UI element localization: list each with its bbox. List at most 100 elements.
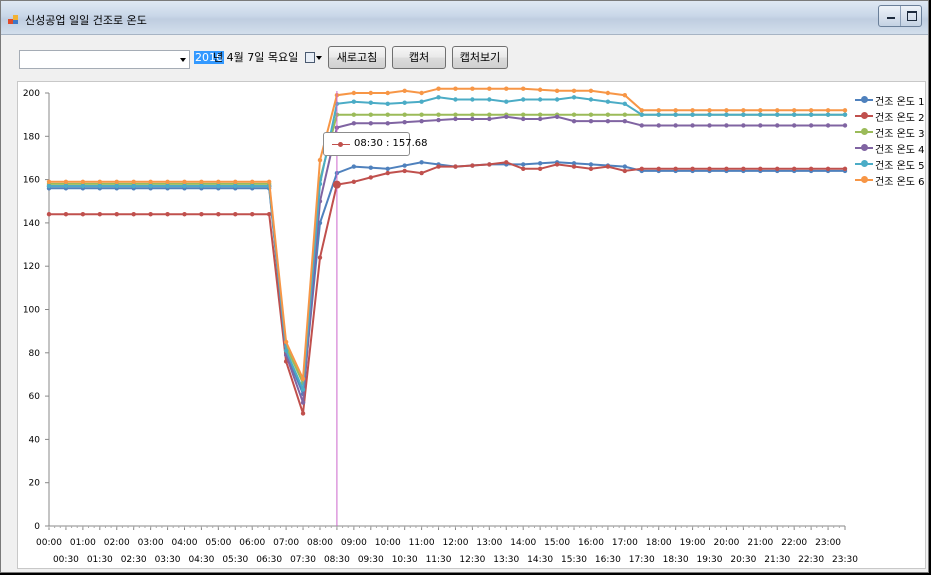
data-point[interactable] <box>622 168 628 174</box>
data-point[interactable] <box>775 166 780 171</box>
series-line-2[interactable] <box>49 161 845 414</box>
data-point[interactable] <box>97 179 103 184</box>
data-point[interactable] <box>588 166 594 171</box>
data-point[interactable] <box>521 86 526 91</box>
legend-item-series-1[interactable]: 건조 온도 1 <box>853 92 925 108</box>
data-point[interactable] <box>537 161 543 166</box>
data-point[interactable] <box>436 112 441 117</box>
data-point[interactable] <box>419 118 424 124</box>
data-point[interactable] <box>842 166 848 171</box>
data-point[interactable] <box>300 376 306 381</box>
data-point[interactable] <box>216 212 221 217</box>
data-point[interactable] <box>639 112 644 117</box>
data-point[interactable] <box>368 112 373 117</box>
data-point[interactable] <box>521 116 526 122</box>
data-point[interactable] <box>351 121 357 126</box>
data-point[interactable] <box>300 387 306 392</box>
data-point[interactable] <box>656 112 661 117</box>
data-point[interactable] <box>165 212 170 217</box>
data-point[interactable] <box>351 99 357 104</box>
series-line-6[interactable] <box>49 87 845 383</box>
data-point[interactable] <box>283 348 289 353</box>
data-point[interactable] <box>537 166 543 171</box>
data-point[interactable] <box>741 108 746 113</box>
data-point[interactable] <box>571 95 577 100</box>
data-point[interactable] <box>402 112 407 117</box>
data-point[interactable] <box>707 112 712 117</box>
data-point[interactable] <box>605 90 611 96</box>
data-point[interactable] <box>707 108 712 113</box>
data-point[interactable] <box>368 165 373 170</box>
highlighted-data-point[interactable] <box>332 180 341 189</box>
data-point[interactable] <box>266 212 272 217</box>
data-point[interactable] <box>758 123 763 128</box>
data-point[interactable] <box>521 97 526 102</box>
data-point[interactable] <box>724 123 729 128</box>
data-point[interactable] <box>97 212 103 217</box>
data-point[interactable] <box>385 90 390 96</box>
data-point[interactable] <box>233 183 238 189</box>
data-point[interactable] <box>673 108 678 113</box>
data-point[interactable] <box>690 112 695 117</box>
data-point[interactable] <box>791 123 797 128</box>
temperature-chart[interactable]: 0 20 40 60 80 100 120 140 160 180 200 00:00 01:00 02:… <box>1 1 930 574</box>
data-point[interactable] <box>402 168 407 174</box>
data-point[interactable] <box>707 166 712 171</box>
data-point[interactable] <box>487 86 492 91</box>
data-point[interactable] <box>165 183 170 189</box>
data-point[interactable] <box>470 116 475 122</box>
data-point[interactable] <box>775 108 780 113</box>
data-point[interactable] <box>436 117 441 123</box>
data-point[interactable] <box>690 166 695 171</box>
data-point[interactable] <box>605 99 611 104</box>
legend-item-series-2[interactable]: 건조 온도 2 <box>853 108 925 124</box>
data-point[interactable] <box>521 166 526 171</box>
data-point[interactable] <box>825 166 831 171</box>
data-point[interactable] <box>385 166 390 171</box>
data-point[interactable] <box>724 108 729 113</box>
data-point[interactable] <box>487 97 492 102</box>
data-point[interactable] <box>266 179 272 184</box>
data-point[interactable] <box>588 118 594 124</box>
data-point[interactable] <box>656 108 661 113</box>
data-point[interactable] <box>537 112 543 117</box>
series-line-3[interactable] <box>49 113 845 387</box>
data-point[interactable] <box>114 179 119 184</box>
data-point[interactable] <box>571 164 577 169</box>
data-point[interactable] <box>470 97 475 102</box>
data-point[interactable] <box>283 339 289 345</box>
data-point[interactable] <box>233 212 238 217</box>
data-point[interactable] <box>588 162 594 167</box>
data-point[interactable] <box>351 164 357 169</box>
data-point[interactable] <box>571 118 577 124</box>
data-point[interactable] <box>402 100 407 105</box>
data-point[interactable] <box>80 212 86 217</box>
data-point[interactable] <box>554 88 560 94</box>
data-point[interactable] <box>402 163 407 168</box>
data-point[interactable] <box>385 112 390 117</box>
data-point[interactable] <box>791 112 797 117</box>
data-point[interactable] <box>639 108 644 113</box>
data-point[interactable] <box>639 123 644 128</box>
data-point[interactable] <box>470 86 475 91</box>
data-point[interactable] <box>250 183 255 189</box>
data-point[interactable] <box>419 99 424 104</box>
data-point[interactable] <box>622 92 628 98</box>
data-point[interactable] <box>571 112 577 117</box>
data-point[interactable] <box>165 179 170 184</box>
data-point[interactable] <box>588 88 594 94</box>
data-point[interactable] <box>250 179 255 184</box>
series-line-5[interactable] <box>49 96 845 390</box>
data-point[interactable] <box>504 160 509 165</box>
legend-item-series-4[interactable]: 건조 온도 4 <box>853 140 925 156</box>
data-point[interactable] <box>504 114 509 120</box>
data-point[interactable] <box>554 114 560 120</box>
data-point[interactable] <box>656 123 661 128</box>
data-point[interactable] <box>724 166 729 171</box>
data-point[interactable] <box>741 123 746 128</box>
data-point[interactable] <box>63 183 69 189</box>
data-point[interactable] <box>825 108 831 113</box>
data-point[interactable] <box>419 160 424 165</box>
data-point[interactable] <box>436 164 441 169</box>
data-point[interactable] <box>504 86 509 91</box>
